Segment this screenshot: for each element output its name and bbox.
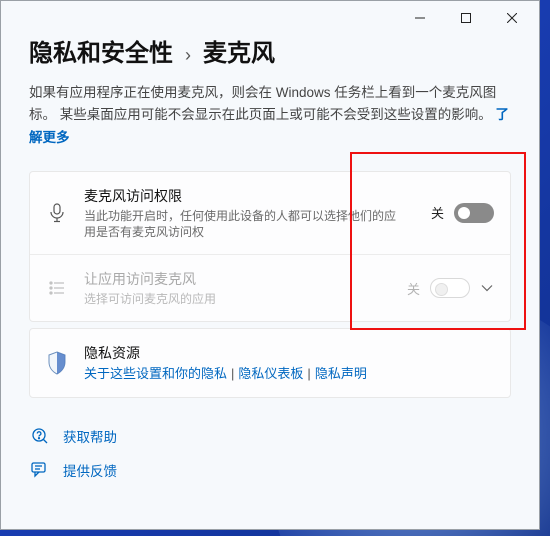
mic-access-title: 麦克风访问权限 — [84, 186, 407, 206]
description-text: 如果有应用程序正在使用麦克风，则会在 Windows 任务栏上看到一个麦克风图标… — [29, 82, 511, 149]
apps-access-sub: 选择可访问麦克风的应用 — [84, 291, 383, 307]
privacy-resources-title: 隐私资源 — [84, 343, 486, 363]
privacy-statement-link[interactable]: 隐私声明 — [315, 366, 367, 381]
list-icon — [46, 281, 68, 295]
feedback-icon — [31, 462, 49, 478]
privacy-dashboard-link[interactable]: 隐私仪表板 — [238, 366, 303, 381]
mic-access-sub: 当此功能开启时，任何使用此设备的人都可以选择他们的应用是否有麦克风访问权 — [84, 208, 407, 240]
breadcrumb-parent[interactable]: 隐私和安全性 — [29, 33, 173, 68]
privacy-resources-row[interactable]: 隐私资源 关于这些设置和你的隐私|隐私仪表板|隐私声明 — [30, 329, 510, 397]
chevron-right-icon: › — [185, 45, 191, 66]
get-help-label: 获取帮助 — [63, 426, 117, 446]
mic-access-row[interactable]: 麦克风访问权限 当此功能开启时，任何使用此设备的人都可以选择他们的应用是否有麦克… — [30, 172, 510, 255]
mic-access-state: 关 — [431, 203, 444, 222]
breadcrumb: 隐私和安全性 › 麦克风 — [29, 33, 511, 68]
feedback-label: 提供反馈 — [63, 460, 117, 480]
minimize-button[interactable] — [397, 3, 443, 33]
get-help-link[interactable]: 获取帮助 — [31, 426, 511, 446]
apps-access-toggle[interactable] — [430, 278, 470, 298]
titlebar — [1, 1, 539, 35]
help-icon — [31, 427, 49, 445]
shield-icon — [46, 351, 68, 375]
apps-access-row[interactable]: 让应用访问麦克风 选择可访问麦克风的应用 关 — [30, 255, 510, 321]
microphone-icon — [46, 203, 68, 223]
privacy-resources-links: 关于这些设置和你的隐私|隐私仪表板|隐私声明 — [84, 365, 486, 383]
settings-window: 隐私和安全性 › 麦克风 如果有应用程序正在使用麦克风，则会在 Windows … — [0, 0, 540, 530]
apps-access-title: 让应用访问麦克风 — [84, 269, 383, 289]
about-settings-link[interactable]: 关于这些设置和你的隐私 — [84, 366, 227, 381]
footer-links: 获取帮助 提供反馈 — [29, 426, 511, 480]
privacy-resources-card: 隐私资源 关于这些设置和你的隐私|隐私仪表板|隐私声明 — [29, 328, 511, 398]
apps-access-state: 关 — [407, 279, 420, 298]
mic-access-toggle[interactable] — [454, 203, 494, 223]
close-button[interactable] — [489, 3, 535, 33]
feedback-link[interactable]: 提供反馈 — [31, 460, 511, 480]
settings-group: 麦克风访问权限 当此功能开启时，任何使用此设备的人都可以选择他们的应用是否有麦克… — [29, 171, 511, 323]
chevron-down-icon[interactable] — [480, 284, 494, 292]
maximize-button[interactable] — [443, 3, 489, 33]
page-title: 麦克风 — [203, 33, 275, 68]
